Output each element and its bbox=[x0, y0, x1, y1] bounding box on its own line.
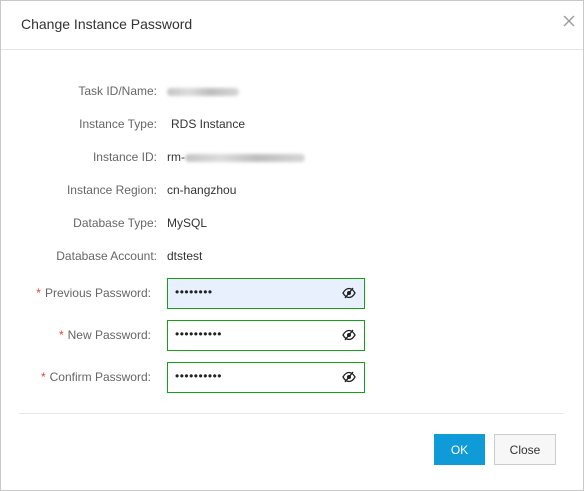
close-icon[interactable] bbox=[562, 14, 576, 28]
eye-toggle-icon[interactable] bbox=[342, 329, 356, 341]
required-mark: * bbox=[36, 286, 41, 300]
previous-password-value: •••••••• bbox=[175, 285, 213, 299]
ok-button[interactable]: OK bbox=[434, 434, 485, 465]
instance-id-row: Instance ID: rm- bbox=[1, 147, 583, 167]
instance-type-label: Instance Type: bbox=[79, 117, 157, 131]
new-password-value: •••••••••• bbox=[175, 327, 223, 341]
database-type-label: Database Type: bbox=[73, 216, 157, 230]
database-type-row: Database Type: MySQL bbox=[1, 213, 583, 233]
confirm-password-value: •••••••••• bbox=[175, 369, 223, 383]
database-account-row: Database Account: dtstest bbox=[1, 246, 583, 266]
dialog-title: Change Instance Password bbox=[21, 16, 193, 32]
redacted-task-id bbox=[167, 87, 239, 96]
database-account-value: dtstest bbox=[167, 249, 203, 263]
instance-region-row: Instance Region: cn-hangzhou bbox=[1, 180, 583, 200]
instance-id-value: rm- bbox=[167, 150, 305, 164]
footer-divider bbox=[19, 413, 563, 414]
confirm-password-row: * Confirm Password: •••••••••• bbox=[1, 362, 583, 395]
task-id-label: Task ID/Name: bbox=[78, 84, 157, 98]
required-mark: * bbox=[58, 328, 64, 342]
change-password-dialog: Change Instance Password Task ID/Name: I… bbox=[0, 0, 584, 491]
instance-id-prefix: rm- bbox=[167, 150, 185, 164]
new-password-input[interactable]: •••••••••• bbox=[167, 320, 365, 351]
instance-type-value: RDS Instance bbox=[171, 117, 246, 131]
eye-toggle-icon[interactable] bbox=[342, 371, 356, 383]
task-id-value bbox=[167, 84, 239, 98]
confirm-password-input[interactable]: •••••••••• bbox=[167, 362, 365, 393]
database-type-value: MySQL bbox=[167, 216, 208, 230]
confirm-password-label: * Confirm Password: bbox=[40, 370, 151, 384]
instance-type-row: Instance Type: RDS Instance bbox=[1, 114, 583, 134]
new-password-row: * New Password: •••••••••• bbox=[1, 320, 583, 353]
database-account-label: Database Account: bbox=[56, 249, 157, 263]
required-mark: * bbox=[40, 370, 46, 384]
instance-id-label: Instance ID: bbox=[92, 150, 157, 164]
dialog-header: Change Instance Password bbox=[1, 1, 583, 50]
redacted-instance-id bbox=[185, 153, 305, 162]
previous-password-label: * Previous Password: bbox=[36, 286, 151, 300]
new-password-label: * New Password: bbox=[58, 328, 151, 342]
previous-password-row: * Previous Password: •••••••• bbox=[1, 278, 583, 311]
previous-password-input[interactable]: •••••••• bbox=[167, 278, 365, 309]
eye-toggle-icon[interactable] bbox=[342, 287, 356, 299]
instance-region-value: cn-hangzhou bbox=[167, 183, 237, 197]
instance-region-label: Instance Region: bbox=[66, 183, 157, 197]
task-id-row: Task ID/Name: bbox=[1, 81, 583, 101]
close-button[interactable]: Close bbox=[494, 434, 556, 465]
